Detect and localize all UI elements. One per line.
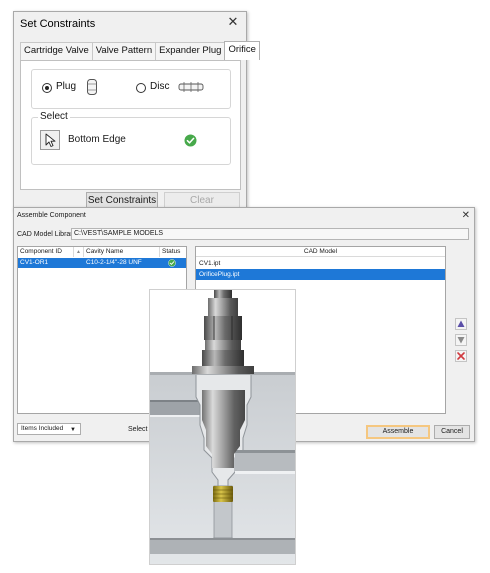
sort-ascending-icon: ▲: [74, 247, 84, 257]
check-icon: [168, 259, 176, 267]
move-down-icon[interactable]: [455, 334, 467, 346]
cavity-name-cell: C10-2-1/4"-28 UNF: [86, 259, 142, 266]
items-filter-value: Items Included: [21, 425, 64, 432]
close-icon[interactable]: ✕: [224, 14, 242, 30]
disc-radio[interactable]: [136, 83, 146, 93]
list-item[interactable]: CV1.ipt: [196, 258, 445, 269]
column-header-status[interactable]: Status: [160, 247, 186, 257]
select-group: Select Bottom Edge: [31, 111, 231, 165]
close-icon[interactable]: ✕: [462, 210, 470, 221]
column-header-cavity-name[interactable]: Cavity Name: [84, 247, 160, 257]
cancel-button[interactable]: Cancel: [434, 425, 470, 439]
library-path-field[interactable]: C:\VEST\SAMPLE MODELS: [71, 228, 469, 240]
list-item[interactable]: OrificePlug.ipt: [196, 269, 445, 280]
select-group-label: Select: [38, 111, 70, 122]
tab-orifice[interactable]: Orifice: [224, 41, 260, 60]
column-header-cad-model[interactable]: CAD Model: [196, 247, 445, 257]
dialog-title: Assemble Component: [17, 212, 86, 219]
orifice-type-group: Plug Disc: [31, 69, 231, 109]
library-label: CAD Model Library: [17, 231, 77, 238]
items-filter-dropdown[interactable]: Items Included ▼: [17, 423, 81, 435]
tab-expander-plug[interactable]: Expander Plug: [155, 42, 226, 60]
column-header-component-id[interactable]: Component ID: [18, 247, 74, 257]
disc-icon: [178, 82, 204, 92]
move-up-icon[interactable]: [455, 318, 467, 330]
model-preview-image: [149, 289, 296, 565]
assemble-button[interactable]: Assemble: [366, 425, 430, 439]
disc-radio-label[interactable]: Disc: [150, 81, 169, 92]
selected-edge-label: Bottom Edge: [68, 134, 126, 145]
pick-selection-button[interactable]: [40, 130, 60, 150]
tab-valve-pattern[interactable]: Valve Pattern: [91, 42, 157, 60]
orifice-plug-assembly-render: [150, 290, 295, 564]
chevron-down-icon: ▼: [70, 427, 76, 433]
component-id-cell: CV1-OR1: [20, 259, 49, 266]
orifice-panel: Plug Disc Select Bottom Edge: [20, 60, 241, 190]
cursor-arrow-icon: [45, 133, 56, 147]
dialog-title: Set Constraints: [20, 18, 96, 30]
check-icon: [184, 134, 197, 147]
plug-icon: [87, 79, 97, 95]
plug-radio-label[interactable]: Plug: [56, 81, 76, 92]
tab-cartridge-valve[interactable]: Cartridge Valve: [20, 42, 93, 60]
select-button[interactable]: Select: [128, 426, 147, 433]
set-constraints-dialog: Set Constraints ✕ Cartridge Valve Valve …: [13, 11, 260, 221]
remove-icon[interactable]: [455, 350, 467, 362]
tab-strip: Cartridge Valve Valve Pattern Expander P…: [20, 41, 260, 60]
table-row[interactable]: CV1-OR1 C10-2-1/4"-28 UNF: [18, 258, 186, 268]
plug-radio[interactable]: [42, 83, 52, 93]
